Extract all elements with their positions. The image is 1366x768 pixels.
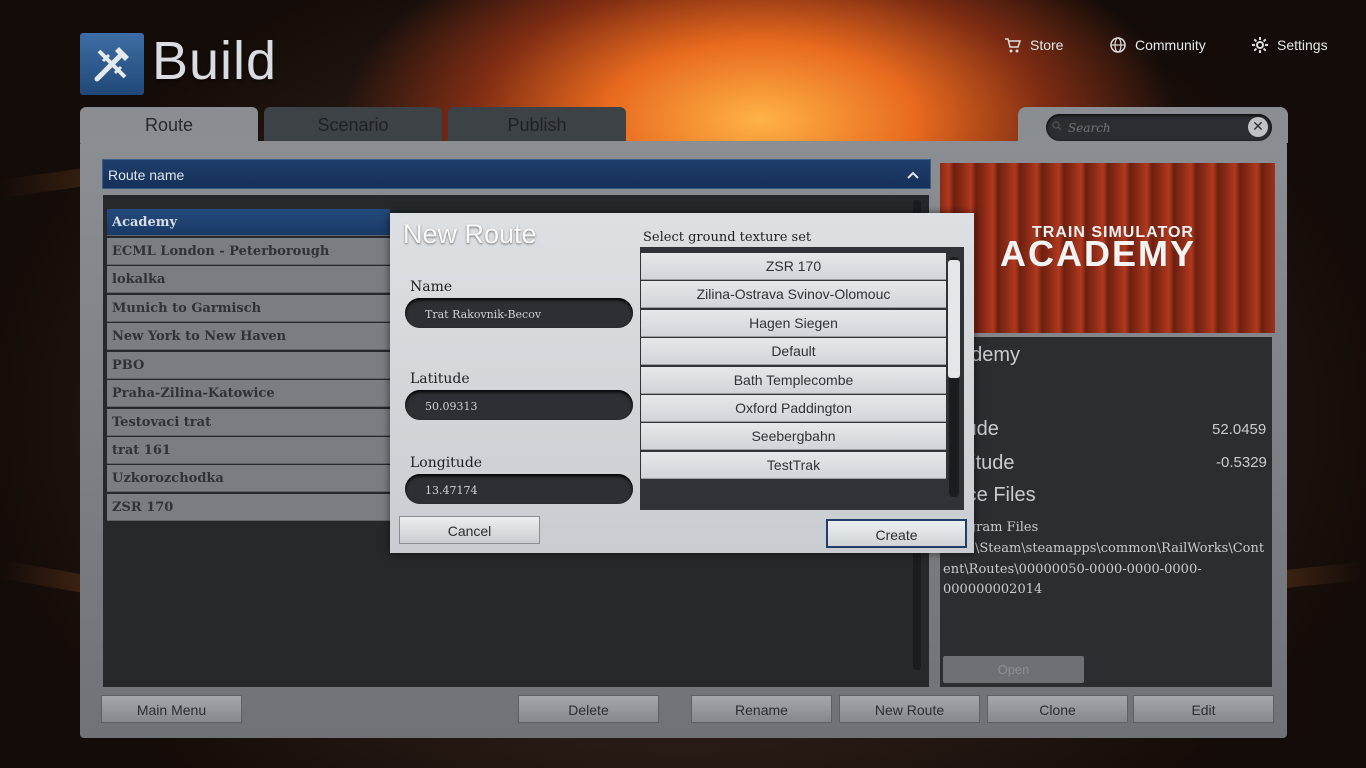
create-button[interactable]: Create (826, 519, 967, 548)
search-box: ✕ (1046, 114, 1272, 141)
route-list-header[interactable]: Route name (102, 159, 931, 189)
search-icon (1052, 121, 1062, 131)
route-item[interactable]: trat 161 (107, 437, 390, 464)
longitude-value: -0.5329 (1216, 454, 1267, 471)
edit-button[interactable]: Edit (1133, 695, 1274, 723)
longitude-field-wrap (405, 474, 633, 504)
latitude-field[interactable] (423, 396, 622, 416)
globe-icon (1110, 37, 1126, 53)
texture-list-scroll-thumb[interactable] (948, 260, 960, 378)
open-button[interactable]: Open (943, 656, 1084, 683)
source-path-line: 000000002014 (943, 582, 1043, 597)
route-info-box (940, 337, 1272, 687)
route-item[interactable]: Praha-Zilina-Katowice (107, 380, 390, 407)
route-item[interactable]: New York to New Haven (107, 323, 390, 350)
texture-item[interactable]: ZSR 170 (641, 253, 946, 280)
route-item[interactable]: Academy (107, 209, 390, 236)
tab-scenario[interactable]: Scenario (264, 107, 442, 143)
clone-button[interactable]: Clone (987, 695, 1128, 723)
clear-search-icon[interactable]: ✕ (1248, 117, 1268, 137)
longitude-label: Longitude (410, 455, 483, 471)
page-title: Build (152, 31, 278, 91)
store-link[interactable]: Store (1004, 36, 1063, 54)
texture-item[interactable]: Bath Templecombe (641, 367, 946, 394)
longitude-field[interactable] (423, 480, 622, 500)
route-item[interactable]: ECML London - Peterborough (107, 238, 390, 265)
name-field-wrap (405, 298, 633, 328)
route-item[interactable]: lokalka (107, 266, 390, 293)
texture-item[interactable]: Zilina-Ostrava Svinov-Olomouc (641, 281, 946, 308)
name-label: Name (410, 279, 453, 295)
route-item[interactable]: ZSR 170 (107, 494, 390, 521)
name-field[interactable] (423, 304, 622, 324)
source-path-line: ent\Routes\00000050-0000-0000-0000- (943, 562, 1202, 577)
latitude-value: 52.0459 (1212, 421, 1267, 438)
texture-set-label: Select ground texture set (643, 230, 812, 245)
store-label: Store (1030, 37, 1064, 53)
route-item[interactable]: Testovaci trat (107, 409, 390, 436)
route-item[interactable]: Munich to Garmisch (107, 295, 390, 322)
texture-item[interactable]: Default (641, 338, 946, 365)
build-logo-icon (80, 33, 144, 95)
dialog-title: New Route (403, 219, 537, 249)
rename-button[interactable]: Rename (691, 695, 832, 723)
community-label: Community (1135, 37, 1206, 53)
route-name-column-label: Route name (108, 167, 185, 183)
tab-publish[interactable]: Publish (448, 107, 626, 143)
community-link[interactable]: Community (1109, 36, 1206, 54)
latitude-label: Latitude (410, 371, 470, 387)
texture-item[interactable]: Seebergbahn (641, 423, 946, 450)
chevron-up-icon (907, 171, 919, 179)
route-item[interactable]: PBO (107, 352, 390, 379)
source-path-line: \Steam\steamapps\common\RailWorks\Cont (975, 541, 1265, 556)
cancel-button[interactable]: Cancel (399, 516, 540, 544)
settings-label: Settings (1277, 37, 1328, 53)
tab-route[interactable]: Route (80, 107, 258, 143)
cart-icon (1005, 38, 1022, 53)
settings-link[interactable]: Settings (1251, 36, 1328, 54)
search-input[interactable] (1066, 118, 1240, 138)
delete-button[interactable]: Delete (518, 695, 659, 723)
gear-icon (1252, 37, 1268, 53)
texture-item[interactable]: Hagen Siegen (641, 310, 946, 337)
new-route-button[interactable]: New Route (839, 695, 980, 723)
texture-item[interactable]: TestTrak (641, 452, 946, 479)
route-item[interactable]: Uzkorozchodka (107, 465, 390, 492)
main-menu-button[interactable]: Main Menu (101, 695, 242, 723)
latitude-field-wrap (405, 390, 633, 420)
logo-text-large: ACADEMY (1000, 233, 1197, 274)
texture-item[interactable]: Oxford Paddington (641, 395, 946, 422)
